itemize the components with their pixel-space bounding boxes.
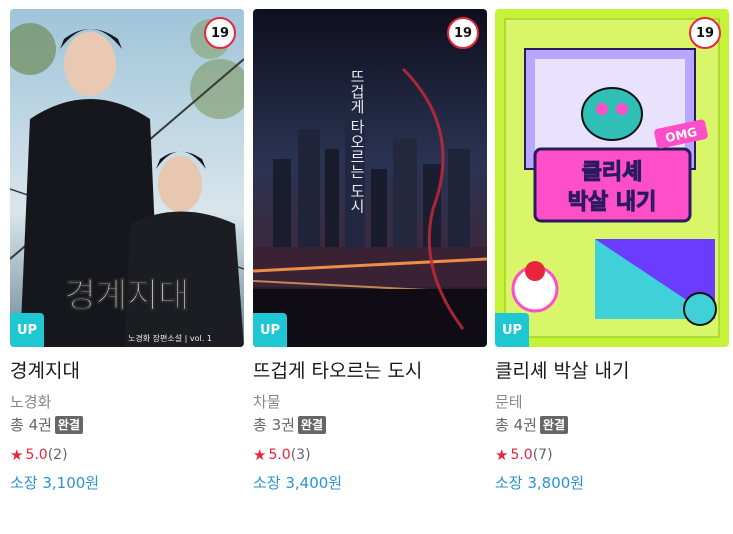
book-author[interactable]: 노경화 xyxy=(10,392,244,412)
volume-info: 총 4권 완결 xyxy=(495,415,729,435)
book-title[interactable]: 경계지대 xyxy=(10,359,244,383)
rating-count: (7) xyxy=(532,447,553,463)
book-title[interactable]: 뜨겁게 타오르는 도시 xyxy=(253,359,487,383)
up-badge: UP xyxy=(253,313,287,347)
price: 소장 3,400원 xyxy=(253,474,343,492)
svg-text:뜨겁게 타오르는 도시: 뜨겁게 타오르는 도시 xyxy=(348,69,366,214)
volume-info: 총 4권 완결 xyxy=(10,415,244,435)
svg-text:클리셰: 클리셰 xyxy=(582,160,643,185)
cover-art: 뜨겁게 타오르는 도시 xyxy=(253,9,487,347)
book-title[interactable]: 클리셰 박살 내기 xyxy=(495,359,729,383)
svg-text:경계지대: 경계지대 xyxy=(64,276,189,316)
svg-text:박살 내기: 박살 내기 xyxy=(568,190,657,215)
volume-count: 총 3권 xyxy=(253,416,295,434)
completed-badge: 완결 xyxy=(297,416,327,434)
star-icon: ★ xyxy=(10,446,24,464)
volume-count: 총 4권 xyxy=(10,416,52,434)
book-cover[interactable]: 뜨겁게 타오르는 도시 19 UP xyxy=(253,9,487,347)
book-cover[interactable]: 클리셰 박살 내기 OMG 19 UP xyxy=(495,9,729,347)
book-card[interactable]: 경계지대 노경화 장편소설 | vol. 1 19 UP 경계지대 노경화 총 … xyxy=(10,9,244,493)
book-author[interactable]: 문테 xyxy=(495,392,729,412)
book-grid: 경계지대 노경화 장편소설 | vol. 1 19 UP 경계지대 노경화 총 … xyxy=(10,9,730,519)
cover-art: 클리셰 박살 내기 OMG xyxy=(495,9,729,347)
up-badge: UP xyxy=(10,313,44,347)
volume-count: 총 4권 xyxy=(495,416,537,434)
book-author[interactable]: 차물 xyxy=(253,392,487,412)
volume-info: 총 3권 완결 xyxy=(253,415,487,435)
rating: ★ 5.0 (3) xyxy=(253,446,487,464)
age-rating-badge: 19 xyxy=(447,17,479,49)
book-card[interactable]: 클리셰 박살 내기 OMG 19 UP 클리셰 박살 내기 문테 총 4권 완결… xyxy=(495,9,729,493)
rating: ★ 5.0 (2) xyxy=(10,446,244,464)
completed-badge: 완결 xyxy=(54,416,84,434)
book-cover[interactable]: 경계지대 노경화 장편소설 | vol. 1 19 UP xyxy=(10,9,244,347)
rating-score: 5.0 xyxy=(268,447,291,463)
rating: ★ 5.0 (7) xyxy=(495,446,729,464)
rating-score: 5.0 xyxy=(25,447,48,463)
svg-text:노경화 장편소설 | vol. 1: 노경화 장편소설 | vol. 1 xyxy=(128,333,212,343)
rating-count: (2) xyxy=(47,447,68,463)
completed-badge: 완결 xyxy=(539,416,569,434)
star-icon: ★ xyxy=(495,446,509,464)
book-card[interactable]: 뜨겁게 타오르는 도시 19 UP 뜨겁게 타오르는 도시 차물 총 3권 완결… xyxy=(253,9,487,493)
price: 소장 3,800원 xyxy=(495,474,585,492)
age-rating-badge: 19 xyxy=(689,17,721,49)
price: 소장 3,100원 xyxy=(10,474,100,492)
rating-count: (3) xyxy=(290,447,311,463)
star-icon: ★ xyxy=(253,446,267,464)
cover-art: 경계지대 노경화 장편소설 | vol. 1 xyxy=(10,9,244,347)
up-badge: UP xyxy=(495,313,529,347)
age-rating-badge: 19 xyxy=(204,17,236,49)
rating-score: 5.0 xyxy=(510,447,533,463)
